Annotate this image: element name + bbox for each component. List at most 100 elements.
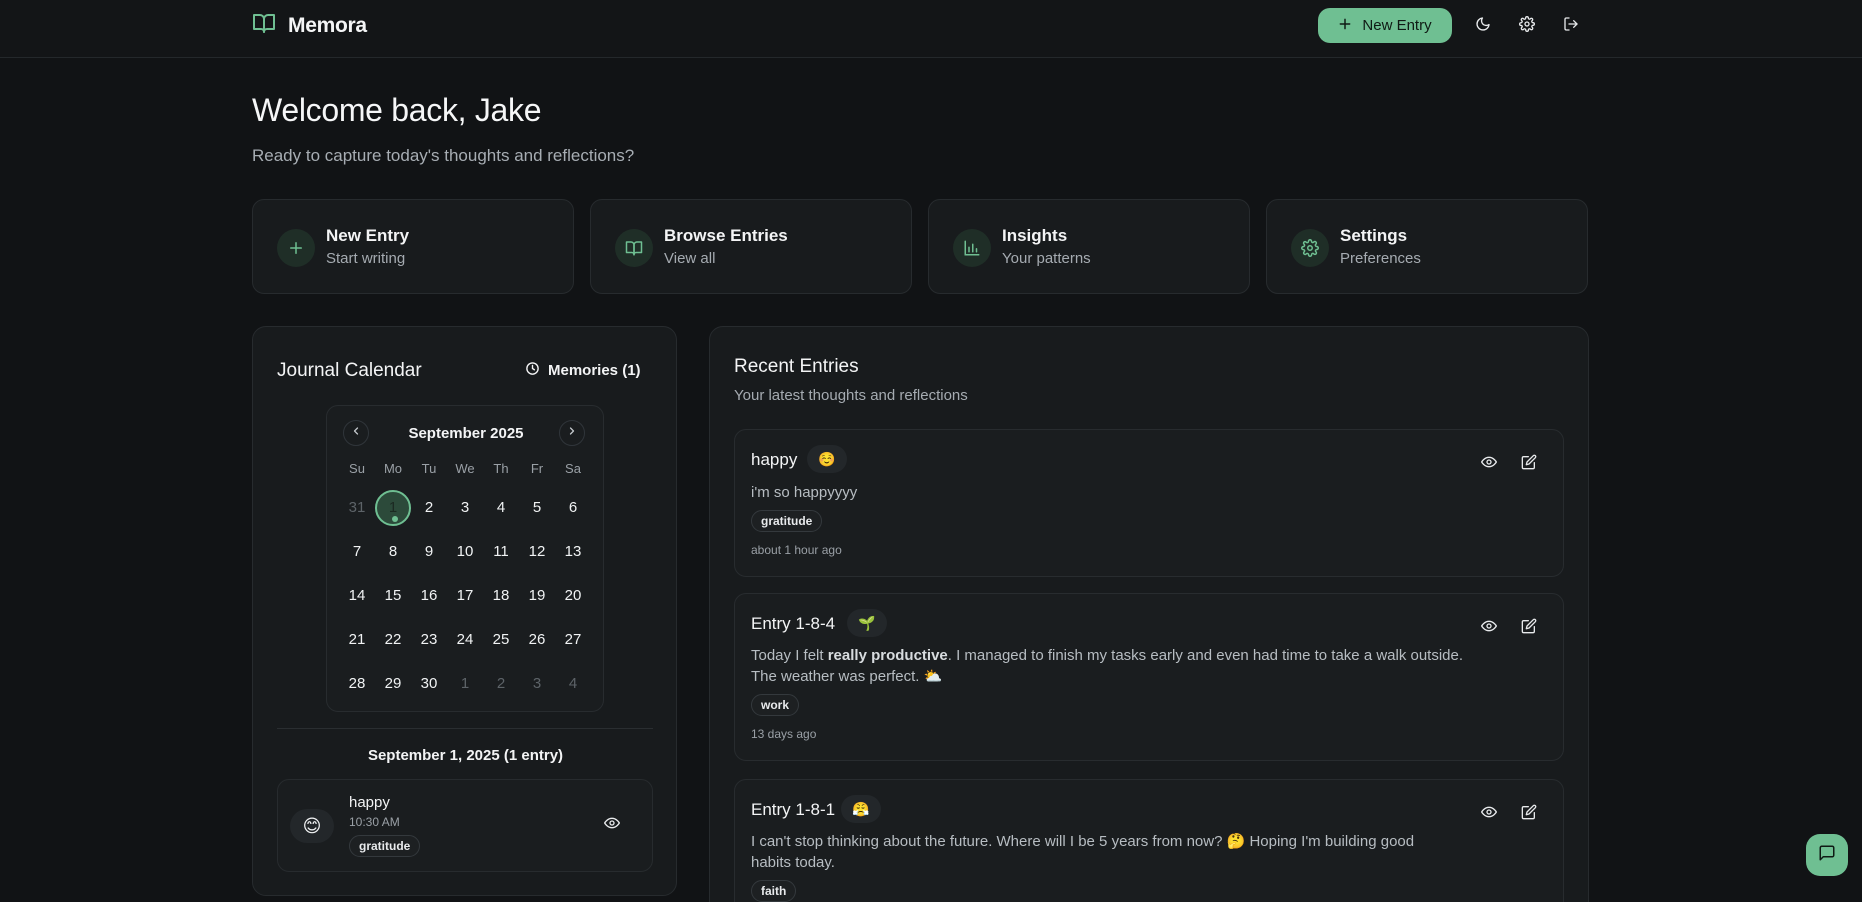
- calendar-day[interactable]: 3: [519, 666, 555, 702]
- calendar-day[interactable]: 7: [339, 534, 375, 570]
- calendar-day[interactable]: 3: [447, 490, 483, 526]
- divider: [277, 728, 653, 729]
- quick-action-browse-entries[interactable]: Browse Entries View all: [590, 199, 912, 294]
- edit-icon: [1521, 454, 1537, 474]
- calendar-day[interactable]: 15: [375, 578, 411, 614]
- clock-icon: [525, 361, 540, 380]
- view-entry-button[interactable]: [1481, 454, 1497, 475]
- calendar-day[interactable]: 5: [519, 490, 555, 526]
- calendar-day[interactable]: 4: [555, 666, 591, 702]
- next-month-button[interactable]: [559, 420, 585, 446]
- day-entry-time: 10:30 AM: [349, 815, 400, 829]
- calendar-day[interactable]: 24: [447, 622, 483, 658]
- calendar-day[interactable]: 12: [519, 534, 555, 570]
- edit-icon: [1521, 804, 1537, 824]
- plus-icon: [277, 229, 315, 267]
- entry-card[interactable]: Entry 1-8-1 😤 I can't stop thinking abou…: [734, 779, 1564, 902]
- eye-icon: [1481, 456, 1497, 474]
- calendar-day[interactable]: 25: [483, 622, 519, 658]
- calendar-day[interactable]: 8: [375, 534, 411, 570]
- calendar-day[interactable]: 28: [339, 666, 375, 702]
- recent-entries-subtitle: Your latest thoughts and reflections: [734, 387, 968, 404]
- view-entry-button[interactable]: [604, 815, 620, 836]
- edit-entry-button[interactable]: [1521, 618, 1537, 639]
- calendar-day[interactable]: 11: [483, 534, 519, 570]
- memories-button[interactable]: Memories (1): [525, 361, 641, 380]
- edit-entry-button[interactable]: [1521, 454, 1537, 475]
- calendar-day[interactable]: 22: [375, 622, 411, 658]
- entry-body-bold: really productive: [827, 647, 948, 664]
- gear-icon: [1291, 229, 1329, 267]
- weekday-header: We: [455, 461, 475, 476]
- calendar-day[interactable]: 29: [375, 666, 411, 702]
- weekday-header: Th: [493, 461, 509, 476]
- mood-emoji: 😤: [841, 795, 881, 823]
- calendar-day[interactable]: 14: [339, 578, 375, 614]
- new-entry-button[interactable]: New Entry: [1318, 8, 1452, 43]
- calendar-day[interactable]: 17: [447, 578, 483, 614]
- view-entry-button[interactable]: [1481, 618, 1497, 639]
- chevron-right-icon: [566, 424, 578, 442]
- calendar-day[interactable]: 23: [411, 622, 447, 658]
- view-entry-button[interactable]: [1481, 804, 1497, 825]
- entry-time: about 1 hour ago: [751, 543, 842, 557]
- new-entry-button-label: New Entry: [1362, 17, 1432, 34]
- calendar-day[interactable]: 4: [483, 490, 519, 526]
- calendar-day[interactable]: 16: [411, 578, 447, 614]
- mood-emoji: 🌱: [847, 609, 887, 637]
- entry-title: Entry 1-8-4: [751, 614, 836, 633]
- calendar-day-selected[interactable]: 1: [375, 490, 411, 526]
- eye-icon: [1481, 806, 1497, 824]
- calendar-day[interactable]: 26: [519, 622, 555, 658]
- quick-action-title: New Entry: [326, 226, 410, 245]
- calendar-day[interactable]: 9: [411, 534, 447, 570]
- gear-icon: [1519, 15, 1535, 37]
- weekday-header: Sa: [565, 461, 581, 476]
- theme-toggle-button[interactable]: [1470, 13, 1496, 39]
- chat-button[interactable]: [1806, 834, 1848, 876]
- tag-badge[interactable]: faith: [751, 880, 797, 902]
- calendar-day[interactable]: 13: [555, 534, 591, 570]
- mood-emoji: ☺️: [807, 445, 847, 473]
- calendar-day[interactable]: 30: [411, 666, 447, 702]
- settings-button[interactable]: [1514, 13, 1540, 39]
- entry-card[interactable]: happy ☺️ i'm so happyyyy gratitude about…: [734, 429, 1564, 577]
- quick-action-title: Browse Entries: [664, 226, 788, 245]
- calendar-day[interactable]: 18: [483, 578, 519, 614]
- day-entry-card[interactable]: 😊 happy 10:30 AM gratitude: [277, 779, 653, 872]
- logout-button[interactable]: [1558, 13, 1584, 39]
- calendar-day[interactable]: 27: [555, 622, 591, 658]
- entry-title: Entry 1-8-1: [751, 800, 836, 819]
- quick-action-insights[interactable]: Insights Your patterns: [928, 199, 1250, 294]
- weekday-header: Su: [349, 461, 365, 476]
- entry-card[interactable]: Entry 1-8-4 🌱 Today I felt really produc…: [734, 593, 1564, 761]
- calendar-day[interactable]: 21: [339, 622, 375, 658]
- calendar-day[interactable]: 10: [447, 534, 483, 570]
- calendar-day[interactable]: 2: [483, 666, 519, 702]
- brand[interactable]: Memora: [252, 11, 367, 40]
- eye-icon: [604, 817, 620, 835]
- calendar-day[interactable]: 19: [519, 578, 555, 614]
- recent-entries-panel: Recent Entries Your latest thoughts and …: [709, 326, 1589, 902]
- calendar-day[interactable]: 31: [339, 490, 375, 526]
- entry-body-text: Today I felt: [751, 647, 828, 664]
- calendar-title: Journal Calendar: [277, 360, 422, 381]
- tag-badge[interactable]: gratitude: [751, 510, 823, 532]
- tag-badge[interactable]: work: [751, 694, 800, 716]
- entry-body: Today I felt really productive. I manage…: [751, 645, 1471, 687]
- calendar-day[interactable]: 2: [411, 490, 447, 526]
- eye-icon: [1481, 620, 1497, 638]
- chat-icon: [1818, 844, 1836, 867]
- entry-title: happy: [751, 450, 798, 469]
- quick-action-title: Settings: [1340, 226, 1408, 245]
- book-open-icon: [252, 11, 276, 40]
- edit-entry-button[interactable]: [1521, 804, 1537, 825]
- calendar-day[interactable]: 20: [555, 578, 591, 614]
- quick-action-new-entry[interactable]: New Entry Start writing: [252, 199, 574, 294]
- journal-calendar-panel: Journal Calendar Memories (1) September …: [252, 326, 677, 896]
- moon-icon: [1475, 16, 1491, 37]
- calendar-day[interactable]: 6: [555, 490, 591, 526]
- calendar-day[interactable]: 1: [447, 666, 483, 702]
- quick-action-settings[interactable]: Settings Preferences: [1266, 199, 1588, 294]
- tag-badge[interactable]: gratitude: [349, 835, 421, 857]
